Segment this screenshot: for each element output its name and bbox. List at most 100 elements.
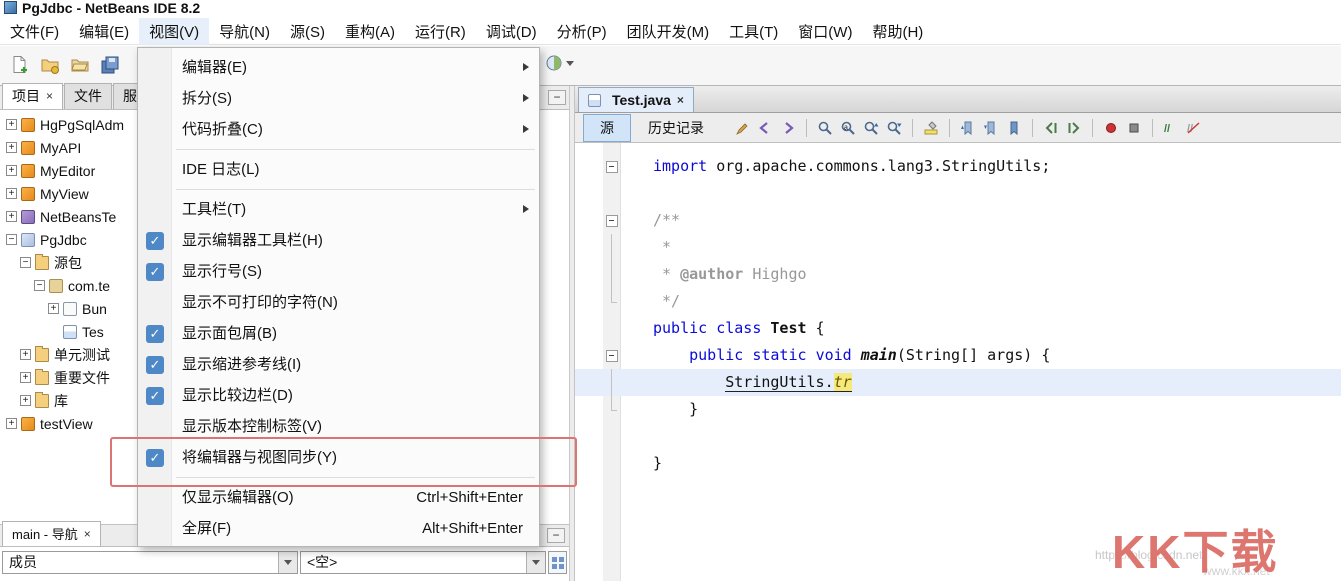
expand-icon[interactable]: + [6, 165, 17, 176]
close-icon[interactable]: × [46, 90, 53, 102]
view-menu-item[interactable]: 仅显示编辑器(O)Ctrl+Shift+Enter [138, 482, 539, 513]
forward-icon[interactable] [779, 119, 797, 137]
stop-macro-icon[interactable] [1125, 119, 1143, 137]
view-menu-item[interactable]: 全屏(F)Alt+Shift+Enter [138, 513, 539, 544]
start-macro-icon[interactable] [1102, 119, 1120, 137]
fold-gutter [603, 315, 620, 342]
view-menu-item[interactable]: ✓将编辑器与视图同步(Y) [138, 442, 539, 473]
code-line[interactable]: } [575, 396, 1341, 423]
filter-grid-button[interactable] [548, 551, 567, 574]
code-line[interactable]: * @author Highgo [575, 261, 1341, 288]
save-all-icon[interactable] [98, 53, 122, 77]
find-selection-icon[interactable] [816, 119, 834, 137]
expand-icon[interactable]: + [6, 188, 17, 199]
view-menu-item[interactable]: 工具栏(T) [138, 194, 539, 225]
source-view-button[interactable]: 源 [583, 114, 631, 142]
code-line[interactable]: import org.apache.commons.lang3.StringUt… [575, 153, 1341, 180]
code-line[interactable] [575, 180, 1341, 207]
fold-collapse-icon[interactable] [603, 207, 620, 234]
menubar-item[interactable]: 工具(T) [719, 18, 788, 45]
tab-files[interactable]: 文件 [64, 83, 112, 109]
toggle-bookmark-icon[interactable] [1005, 119, 1023, 137]
fold-collapse-icon[interactable] [603, 342, 620, 369]
code-line[interactable]: } [575, 450, 1341, 477]
menubar-item[interactable]: 导航(N) [209, 18, 280, 45]
previous-bookmark-icon[interactable] [959, 119, 977, 137]
minimize-panel-button[interactable]: − [548, 90, 566, 105]
open-project-icon[interactable] [68, 53, 92, 77]
menu-item-label: 显示编辑器工具栏(H) [182, 225, 323, 256]
expand-icon[interactable]: + [6, 211, 17, 222]
code-line[interactable] [575, 423, 1341, 450]
view-menu-item[interactable]: IDE 日志(L) [138, 154, 539, 185]
next-occurrence-icon[interactable] [885, 119, 903, 137]
view-menu-item[interactable]: ✓显示编辑器工具栏(H) [138, 225, 539, 256]
code-line[interactable]: * [575, 234, 1341, 261]
members-combo[interactable]: 成员 [2, 551, 298, 574]
expand-icon[interactable]: + [20, 349, 31, 360]
shift-right-icon[interactable] [1065, 119, 1083, 137]
collapse-icon[interactable]: − [20, 257, 31, 268]
back-icon[interactable] [756, 119, 774, 137]
new-file-icon[interactable] [8, 53, 32, 77]
view-menu-item[interactable]: 显示不可打印的字符(N) [138, 287, 539, 318]
view-menu-item[interactable]: 代码折叠(C) [138, 114, 539, 145]
expand-icon[interactable]: + [6, 418, 17, 429]
menubar-item[interactable]: 团队开发(M) [617, 18, 720, 45]
view-menu-item[interactable]: 显示版本控制标签(V) [138, 411, 539, 442]
expand-icon[interactable]: + [48, 303, 59, 314]
view-menu-item[interactable]: 拆分(S) [138, 83, 539, 114]
expand-icon[interactable]: + [6, 142, 17, 153]
next-bookmark-icon[interactable] [982, 119, 1000, 137]
code-line[interactable]: StringUtils.tr [575, 369, 1341, 396]
view-menu-item[interactable]: ✓显示面包屑(B) [138, 318, 539, 349]
close-icon[interactable]: × [84, 528, 91, 540]
expand-icon[interactable]: + [6, 119, 17, 130]
menubar-item[interactable]: 源(S) [280, 18, 335, 45]
menubar-item[interactable]: 窗口(W) [788, 18, 862, 45]
menubar-item[interactable]: 编辑(E) [69, 18, 139, 45]
app-icon [4, 1, 17, 14]
view-menu-item[interactable]: ✓显示比较边栏(D) [138, 380, 539, 411]
menubar-item[interactable]: 分析(P) [547, 18, 617, 45]
comment-icon[interactable]: // [1162, 119, 1180, 137]
code-line[interactable]: public class Test { [575, 315, 1341, 342]
tab-navigator-label: main - 导航 [12, 524, 78, 543]
toggle-highlight-icon[interactable] [922, 119, 940, 137]
menubar-item[interactable]: 文件(F) [0, 18, 69, 45]
menubar-item[interactable]: 运行(R) [405, 18, 476, 45]
history-view-button[interactable]: 历史记录 [635, 114, 717, 142]
collapse-icon[interactable]: − [6, 234, 17, 245]
menubar-item[interactable]: 重构(A) [335, 18, 405, 45]
expand-icon[interactable]: + [20, 372, 31, 383]
menubar-item[interactable]: 调试(D) [476, 18, 547, 45]
expand-icon[interactable]: + [20, 395, 31, 406]
menubar-item[interactable]: 视图(V) [139, 18, 209, 45]
fold-collapse-icon[interactable] [603, 153, 620, 180]
find-occurrences-icon[interactable]: a [839, 119, 857, 137]
shift-left-icon[interactable] [1042, 119, 1060, 137]
tab-projects[interactable]: 项目 × [2, 83, 63, 109]
last-edit-icon[interactable] [733, 119, 751, 137]
view-menu-item[interactable]: ✓显示行号(S) [138, 256, 539, 287]
uncomment-icon[interactable]: // [1185, 119, 1203, 137]
tab-navigator[interactable]: main - 导航 × [2, 521, 101, 546]
close-icon[interactable]: × [677, 94, 684, 106]
folder-icon [35, 348, 49, 362]
previous-occurrence-icon[interactable] [862, 119, 880, 137]
ide-profile-dropdown[interactable] [545, 54, 574, 72]
tab-test-java[interactable]: Test.java × [578, 87, 694, 112]
view-menu-item[interactable]: 编辑器(E) [138, 52, 539, 83]
code-line[interactable]: */ [575, 288, 1341, 315]
tree-item-label: MyEditor [40, 163, 95, 179]
code-line[interactable]: /** [575, 207, 1341, 234]
menubar-item[interactable]: 帮助(H) [862, 18, 933, 45]
code-token: class [716, 319, 761, 337]
collapse-icon[interactable]: − [34, 280, 45, 291]
new-project-icon[interactable] [38, 53, 62, 77]
view-menu-item[interactable]: ✓显示缩进参考线(I) [138, 349, 539, 380]
filter-combo[interactable]: <空> [300, 551, 546, 574]
fold-gutter [603, 396, 620, 423]
minimize-navigator-button[interactable]: − [547, 528, 565, 543]
code-line[interactable]: public static void main(String[] args) { [575, 342, 1341, 369]
